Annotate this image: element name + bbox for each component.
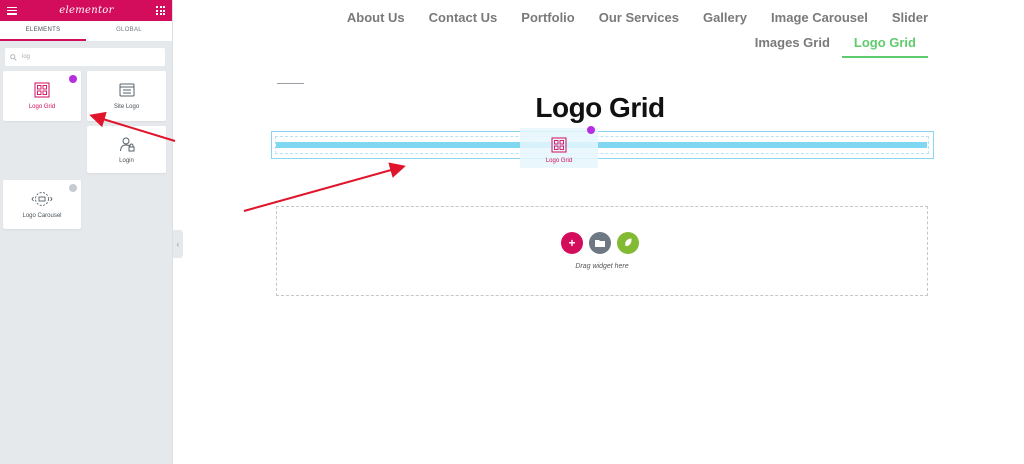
nav-item-images-grid[interactable]: Images Grid: [743, 31, 842, 58]
add-template-button[interactable]: [589, 232, 611, 254]
widget-label: Login: [119, 157, 134, 164]
pro-badge-icon: [69, 184, 77, 192]
nav-item-our-services[interactable]: Our Services: [587, 6, 691, 31]
drop-indicator: [276, 142, 927, 148]
site-logo-icon: [119, 83, 134, 97]
nav-row-2: Images Grid Logo Grid: [360, 31, 940, 58]
widget-label: Logo Carousel: [22, 212, 62, 219]
leaf-icon: [624, 238, 632, 247]
widget-label: Logo Grid: [28, 104, 56, 110]
nav-item-logo-grid[interactable]: Logo Grid: [841, 31, 928, 58]
nav-row-1: About Us Contact Us Portfolio Our Servic…: [347, 6, 940, 31]
nav-item-contact-us[interactable]: Contact Us: [417, 6, 510, 31]
widget-login[interactable]: Login: [87, 126, 166, 173]
tab-global[interactable]: GLOBAL: [86, 21, 172, 41]
drop-hint-text: Drag widget here: [575, 263, 629, 270]
elementor-logo: elementor: [59, 5, 114, 16]
chevron-left-icon: ‹: [176, 239, 180, 249]
widget-site-logo[interactable]: Site Logo: [87, 71, 166, 121]
tab-elements[interactable]: ELEMENTS: [0, 21, 86, 41]
folder-icon: [595, 240, 605, 247]
site-navigation: About Us Contact Us Portfolio Our Servic…: [347, 6, 940, 58]
editor-root: elementor ELEMENTS GLOBAL log Logo Grid: [0, 0, 1024, 464]
widget-logo-carousel[interactable]: Logo Carousel: [3, 180, 81, 229]
widgets-grid-icon[interactable]: [156, 6, 165, 15]
page-title: Logo Grid: [535, 92, 665, 123]
widget-logo-grid[interactable]: Logo Grid: [3, 71, 81, 121]
logo-carousel-icon: [31, 191, 53, 206]
panel-tabs: ELEMENTS GLOBAL: [0, 21, 172, 41]
pro-badge-icon: [587, 126, 595, 134]
nav-item-image-carousel[interactable]: Image Carousel: [759, 6, 880, 31]
widget-label: Site Logo: [113, 104, 140, 110]
nav-item-gallery[interactable]: Gallery: [691, 6, 759, 31]
pro-badge-icon: [69, 75, 77, 83]
search-value: log: [22, 54, 31, 60]
nav-item-slider[interactable]: Slider: [880, 6, 940, 31]
nav-item-portfolio[interactable]: Portfolio: [509, 6, 586, 31]
envato-kits-button[interactable]: [617, 232, 639, 254]
panel-header: elementor: [0, 0, 172, 21]
logo-grid-icon: [551, 137, 567, 153]
add-section-buttons: +: [561, 232, 639, 254]
nav-item-about-us[interactable]: About Us: [335, 6, 417, 31]
divider: [277, 83, 304, 84]
add-section-button[interactable]: +: [561, 232, 583, 254]
elementor-panel: elementor ELEMENTS GLOBAL log Logo Grid: [0, 0, 173, 464]
login-icon: [119, 137, 134, 151]
arrow-to-drop-zone: [243, 162, 406, 212]
search-icon: [10, 53, 17, 61]
panel-collapse-toggle[interactable]: ‹: [173, 230, 183, 258]
logo-grid-icon: [34, 82, 50, 98]
widget-search-input[interactable]: log: [5, 48, 165, 66]
dragging-widget-label: Logo Grid: [545, 158, 573, 164]
plus-icon: +: [568, 236, 576, 250]
menu-icon[interactable]: [7, 6, 17, 15]
dragging-widget[interactable]: Logo Grid: [520, 128, 598, 168]
